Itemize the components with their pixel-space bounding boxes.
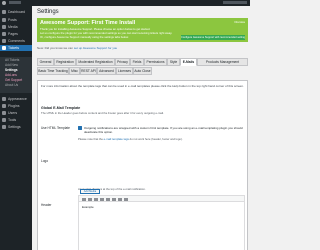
tab-licenses[interactable]: Licenses bbox=[116, 67, 133, 75]
page-title: Settings bbox=[37, 9, 59, 15]
sidebar-item-posts[interactable]: Posts bbox=[0, 17, 32, 23]
submenu-about-us[interactable]: About Us bbox=[0, 83, 32, 88]
settings-panel: For more information about the template … bbox=[37, 80, 248, 250]
pin-icon bbox=[2, 18, 6, 22]
sidebar-item-tools[interactable]: Tools bbox=[0, 117, 32, 123]
tab-general[interactable]: General bbox=[37, 58, 54, 66]
setup-link[interactable]: set up Awesome Support for you bbox=[74, 46, 117, 50]
settings-tabs: General Registration Moderated Registrat… bbox=[37, 58, 248, 80]
sidebar-item-users[interactable]: Users bbox=[0, 110, 32, 116]
tab-advanced[interactable]: Advanced bbox=[97, 67, 116, 75]
first-install-banner: Awesome Support: First Time Install Than… bbox=[37, 18, 248, 42]
main-content: Settings Awesome Support: First Time Ins… bbox=[32, 6, 250, 250]
sidebar-item-appearance[interactable]: Appearance bbox=[0, 96, 32, 102]
tab-e-mails[interactable]: E-Mails bbox=[180, 58, 197, 66]
editor-toolbar bbox=[79, 196, 244, 202]
template-help-text: Please note that the e-mail template tag… bbox=[78, 137, 183, 141]
ticket-icon bbox=[2, 46, 6, 50]
tab-registration[interactable]: Registration bbox=[54, 58, 76, 66]
logo-label: Logo bbox=[41, 159, 49, 163]
banner-title: Awesome Support: First Time Install bbox=[40, 20, 136, 26]
editor-content[interactable]: Example bbox=[82, 205, 94, 209]
link-icon[interactable] bbox=[118, 197, 122, 201]
use-html-checkbox[interactable] bbox=[78, 126, 82, 130]
dashboard-icon bbox=[2, 10, 6, 14]
plugin-icon bbox=[2, 104, 6, 108]
tab-moderated-registration[interactable]: Moderated Registration bbox=[76, 58, 115, 66]
sidebar-item-comments[interactable]: Comments bbox=[0, 38, 32, 44]
sidebar-item-pages[interactable]: Pages bbox=[0, 31, 32, 37]
intro-text: For more information about the template … bbox=[41, 84, 244, 88]
use-html-label: Use HTML Template bbox=[41, 126, 70, 130]
tab-misc[interactable]: Misc bbox=[69, 67, 80, 75]
tab-fields[interactable]: Fields bbox=[130, 58, 144, 66]
sidebar-item-dashboard[interactable]: Dashboard bbox=[0, 9, 32, 15]
setup-notice: New: Did you know we can set up Awesome … bbox=[37, 46, 118, 50]
header-label: Header bbox=[41, 203, 52, 207]
sidebar-item-settings[interactable]: Settings bbox=[0, 124, 32, 130]
settings-icon bbox=[2, 125, 6, 129]
wordpress-logo-icon[interactable] bbox=[2, 1, 6, 5]
section-heading: Global E-Mail Template bbox=[41, 106, 81, 110]
sidebar-item-plugins[interactable]: Plugins bbox=[0, 103, 32, 109]
banner-text: Or, configure Awesome Support manually u… bbox=[40, 35, 129, 39]
page-icon bbox=[2, 32, 6, 36]
admin-sidebar: Dashboard Posts Media Pages Comments Tic… bbox=[0, 6, 32, 250]
checkbox-description: Outgoing notifications are wrapped with … bbox=[84, 125, 243, 134]
align-icon[interactable] bbox=[112, 197, 116, 201]
bold-icon[interactable] bbox=[82, 197, 86, 201]
tab-products-management[interactable]: Products Management bbox=[197, 58, 248, 66]
site-name-link[interactable] bbox=[9, 1, 21, 4]
tab-rest-api[interactable]: REST API bbox=[80, 67, 97, 75]
sidebar-item-media[interactable]: Media bbox=[0, 24, 32, 30]
header-editor[interactable]: Add Media Example bbox=[78, 189, 245, 250]
quote-icon[interactable] bbox=[106, 197, 110, 201]
template-tags-link[interactable]: e-mail template tags bbox=[104, 137, 129, 141]
tab-privacy[interactable]: Privacy bbox=[115, 58, 130, 66]
media-icon bbox=[2, 25, 6, 29]
tab-basic-time-tracking[interactable]: Basic Time Tracking bbox=[37, 67, 69, 75]
paintbrush-icon bbox=[2, 97, 6, 101]
sidebar-item-tickets[interactable]: Tickets bbox=[0, 45, 32, 51]
user-account-menu[interactable] bbox=[223, 1, 247, 4]
numbered-list-icon[interactable] bbox=[100, 197, 104, 201]
wrench-icon bbox=[2, 118, 6, 122]
users-icon bbox=[2, 111, 6, 115]
tab-permissions[interactable]: Permissions bbox=[144, 58, 167, 66]
configure-button[interactable]: Configure Awesome Support with recommend… bbox=[181, 35, 245, 40]
list-icon[interactable] bbox=[94, 197, 98, 201]
toolbar-toggle-icon[interactable] bbox=[124, 197, 128, 201]
add-media-button[interactable]: Add Media bbox=[80, 189, 100, 194]
tab-style[interactable]: Style bbox=[167, 58, 180, 66]
section-description: The HTML in the Header goes before conte… bbox=[41, 111, 164, 115]
tab-auto-close[interactable]: Auto Close bbox=[133, 67, 152, 75]
dismiss-link[interactable]: Dismiss bbox=[235, 20, 246, 24]
comment-icon bbox=[2, 39, 6, 43]
italic-icon[interactable] bbox=[88, 197, 92, 201]
